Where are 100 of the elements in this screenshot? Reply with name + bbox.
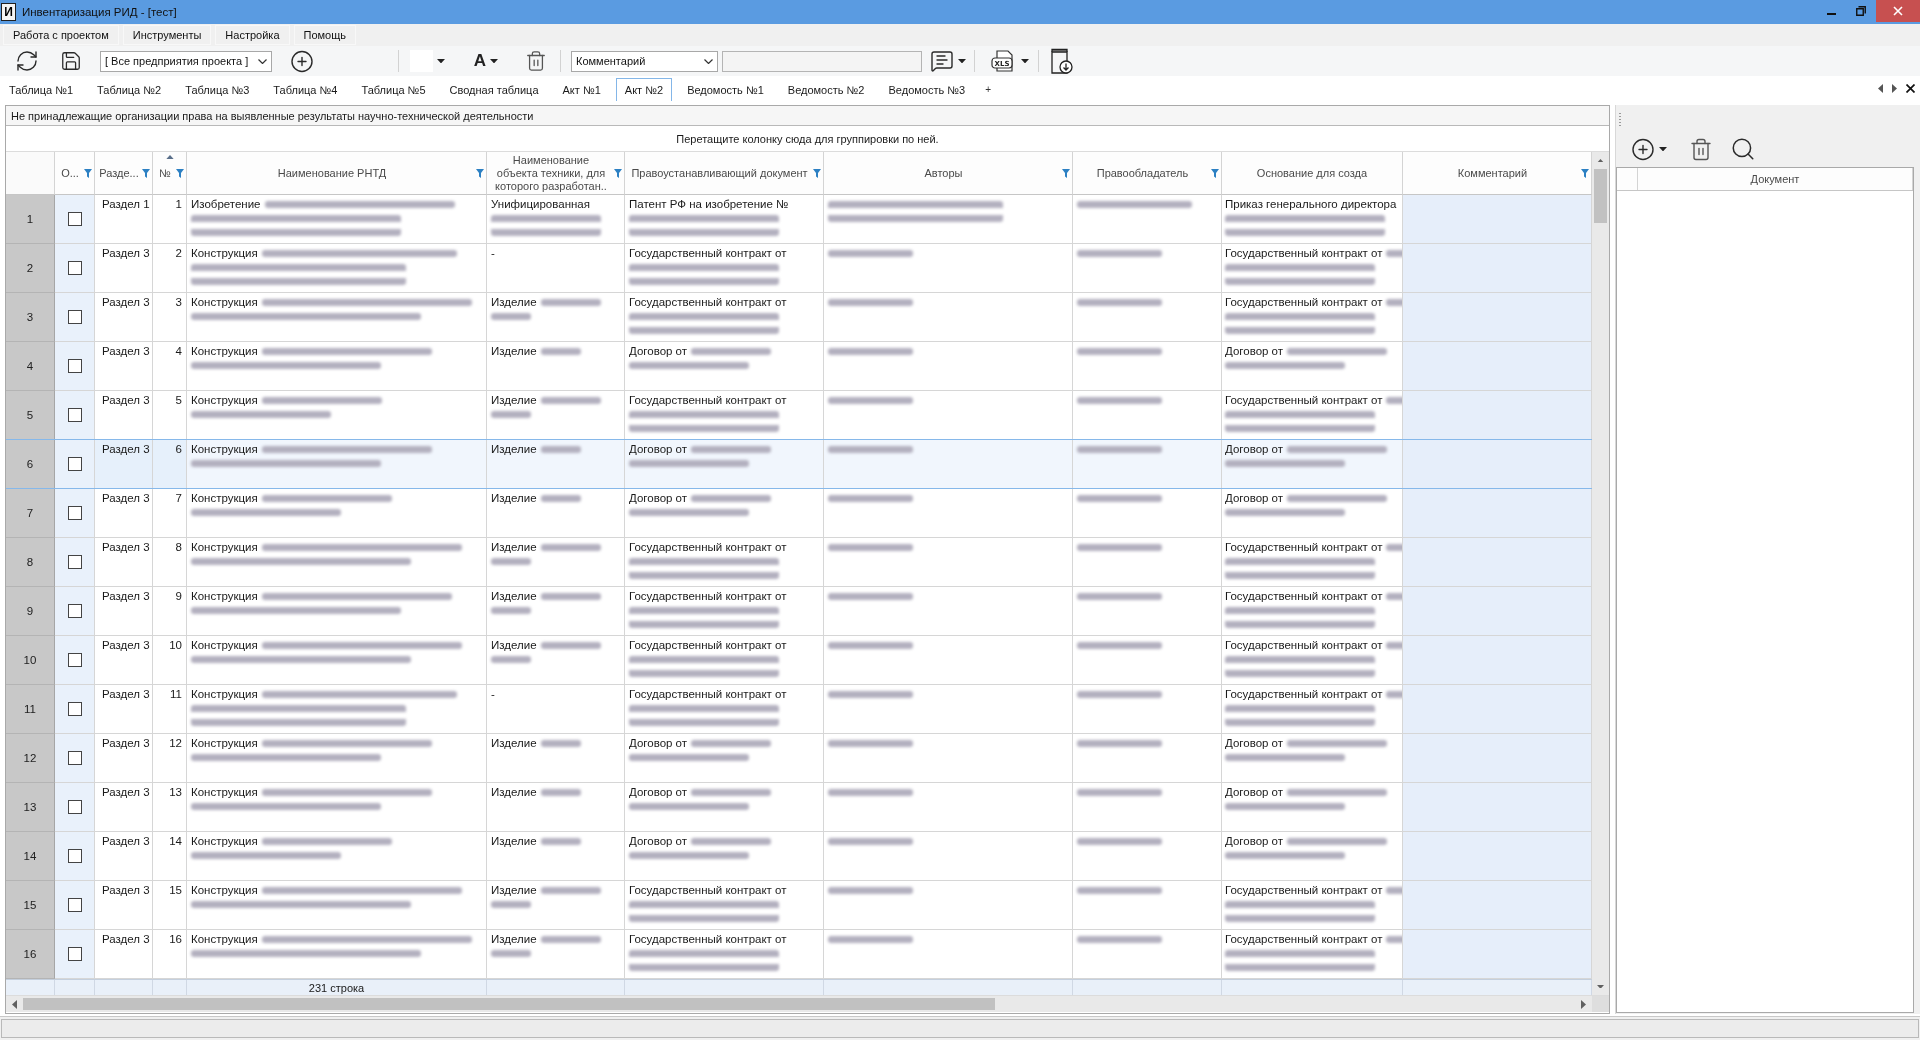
checkbox[interactable]	[67, 310, 82, 324]
table-row[interactable]: 1 Раздел 1 1 Изобретение Унифицированная Патент РФ на изобретение № Приказ генерального директора	[6, 195, 1592, 244]
column-header[interactable]: Правообладатель	[1073, 152, 1222, 195]
table-row[interactable]: 3 Раздел 3 3 Конструкция Изделие Государственный контракт от Государственный контракт от	[6, 293, 1592, 342]
row-header[interactable]: 15	[6, 881, 55, 930]
table-row[interactable]: 12 Раздел 3 12 Конструкция Изделие Договор от Договор от	[6, 734, 1592, 783]
delete-document-button[interactable]	[1689, 136, 1713, 162]
close-icon	[1893, 6, 1903, 16]
row-header[interactable]: 14	[6, 832, 55, 881]
table-row[interactable]: 11 Раздел 3 11 Конструкция - Государственный контракт от Государственный контракт от	[6, 685, 1592, 734]
search-button[interactable]	[1730, 136, 1756, 162]
cell-text: Конструкция	[191, 295, 258, 309]
comment-button[interactable]	[929, 48, 967, 74]
row-header[interactable]: 12	[6, 734, 55, 783]
column-header[interactable]: О...	[55, 152, 95, 195]
filter-icon[interactable]	[813, 168, 821, 178]
vertical-scrollbar[interactable]	[1592, 152, 1609, 995]
checkbox[interactable]	[67, 506, 82, 520]
menu-item[interactable]: Помощь	[293, 25, 356, 45]
table-row[interactable]: 16 Раздел 3 16 Конструкция Изделие Государственный контракт от Государственный контракт от	[6, 930, 1592, 979]
checkbox[interactable]	[67, 800, 82, 814]
filter-icon[interactable]	[476, 168, 484, 178]
row-header[interactable]: 11	[6, 685, 55, 734]
column-header[interactable]: Разде...	[95, 152, 153, 195]
scroll-tabs-right-icon[interactable]	[1892, 84, 1897, 93]
table-row[interactable]: 15 Раздел 3 15 Конструкция Изделие Государственный контракт от Государственный контракт от	[6, 881, 1592, 930]
menu-item[interactable]: Работа с проектом	[3, 25, 119, 45]
checkbox[interactable]	[67, 212, 82, 226]
column-header[interactable]: Наименование РНТД	[187, 152, 487, 195]
table-row[interactable]: 10 Раздел 3 10 Конструкция Изделие Государственный контракт от Государственный контракт от	[6, 636, 1592, 685]
menu-item[interactable]: Настройка	[215, 25, 290, 45]
filter-icon[interactable]	[176, 168, 184, 178]
table-row[interactable]: 8 Раздел 3 8 Конструкция Изделие Государственный контракт от Государственный контракт от	[6, 538, 1592, 587]
row-header[interactable]: 2	[6, 244, 55, 293]
row-header[interactable]: 3	[6, 293, 55, 342]
table-row[interactable]: 9 Раздел 3 9 Конструкция Изделие Государственный контракт от Государственный контракт от	[6, 587, 1592, 636]
checkbox[interactable]	[67, 261, 82, 275]
add-button[interactable]	[290, 48, 314, 74]
row-header[interactable]: 7	[6, 489, 55, 538]
table-row[interactable]: 5 Раздел 3 5 Конструкция Изделие Государственный контракт от Государственный контракт от	[6, 391, 1592, 440]
scroll-right-icon[interactable]	[1581, 999, 1586, 1009]
close-icon[interactable]	[1906, 84, 1915, 93]
column-header[interactable]: Авторы	[824, 152, 1073, 195]
tab[interactable]: Акт №2	[615, 78, 673, 101]
checkbox[interactable]	[67, 408, 82, 422]
row-header[interactable]: 8	[6, 538, 55, 587]
table-row[interactable]: 14 Раздел 3 14 Конструкция Изделие Договор от Договор от	[6, 832, 1592, 881]
row-header[interactable]: 9	[6, 587, 55, 636]
filter-icon[interactable]	[1211, 168, 1219, 178]
row-header[interactable]: 4	[6, 342, 55, 391]
table-cell: 9	[153, 587, 187, 636]
filter-icon[interactable]	[1062, 168, 1070, 178]
checkbox[interactable]	[67, 457, 82, 471]
checkbox[interactable]	[67, 555, 82, 569]
scrollbar-thumb[interactable]	[1594, 169, 1607, 223]
filter-icon[interactable]	[1581, 168, 1589, 178]
row-header[interactable]: 10	[6, 636, 55, 685]
column-header[interactable]: №	[153, 152, 187, 195]
checkbox[interactable]	[67, 359, 82, 373]
menu-item[interactable]: Инструменты	[122, 25, 212, 45]
scroll-left-icon[interactable]	[12, 999, 17, 1009]
scrollbar-thumb[interactable]	[23, 998, 995, 1010]
value-input-field[interactable]	[722, 50, 922, 72]
checkbox[interactable]	[67, 947, 82, 961]
row-header[interactable]: 16	[6, 930, 55, 979]
checkbox[interactable]	[67, 604, 82, 618]
table-row[interactable]: 6 Раздел 3 6 Конструкция Изделие Договор от Договор от	[6, 440, 1592, 489]
table-cell: Раздел 1	[95, 195, 153, 244]
column-header[interactable]: Наименование объекта техники, для которого разработан..	[487, 152, 625, 195]
table-row[interactable]: 4 Раздел 3 4 Конструкция Изделие Договор от Договор от	[6, 342, 1592, 391]
blurred-text	[540, 935, 601, 943]
scroll-tabs-left-icon[interactable]	[1878, 84, 1883, 93]
checkbox[interactable]	[67, 702, 82, 716]
column-header[interactable]: Комментарий	[1403, 152, 1592, 195]
column-header[interactable]: Основание для созда	[1222, 152, 1403, 195]
table-row[interactable]: 2 Раздел 3 2 Конструкция - Государственный контракт от Государственный контракт от	[6, 244, 1592, 293]
filter-icon[interactable]	[614, 168, 622, 178]
add-document-button[interactable]	[1631, 136, 1667, 162]
table-row[interactable]: 7 Раздел 3 7 Конструкция Изделие Договор от Договор от	[6, 489, 1592, 538]
font-color-button[interactable]: A	[470, 48, 502, 74]
delete-button[interactable]	[525, 48, 547, 74]
horizontal-scrollbar[interactable]	[6, 996, 1592, 1012]
row-header[interactable]: 1	[6, 195, 55, 244]
row-header[interactable]: 5	[6, 391, 55, 440]
filter-icon[interactable]	[142, 168, 150, 178]
row-header[interactable]: 13	[6, 783, 55, 832]
filter-icon[interactable]	[84, 168, 92, 178]
add-icon	[290, 48, 314, 74]
checkbox[interactable]	[67, 653, 82, 667]
checkbox[interactable]	[67, 898, 82, 912]
checkbox[interactable]	[67, 751, 82, 765]
table-row[interactable]: 13 Раздел 3 13 Конструкция Изделие Договор от Договор от	[6, 783, 1592, 832]
export-document-button[interactable]	[1051, 48, 1073, 74]
color-picker-button[interactable]	[409, 48, 445, 74]
row-header[interactable]: 6	[6, 440, 55, 489]
field-select[interactable]: Комментарий	[571, 50, 718, 72]
enterprise-select[interactable]: [ Все предприятия проекта ]	[100, 50, 272, 72]
checkbox[interactable]	[67, 849, 82, 863]
column-header[interactable]: Правоустанавливающий документ	[625, 152, 824, 195]
cell-text: Государственный контракт от	[629, 687, 787, 701]
